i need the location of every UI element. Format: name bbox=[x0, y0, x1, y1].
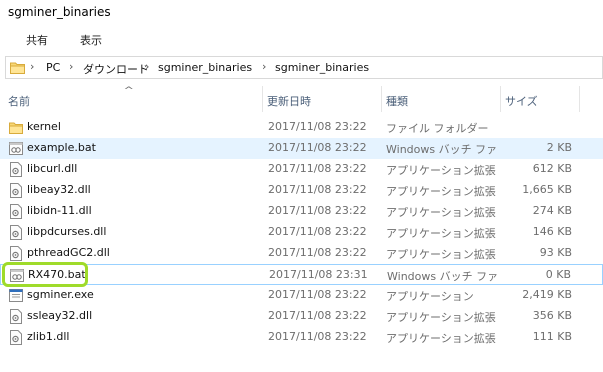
file-date: 2017/11/08 23:22 bbox=[268, 162, 367, 175]
exe-file-icon bbox=[9, 289, 23, 302]
file-size: 274 KB bbox=[532, 204, 572, 217]
file-row[interactable]: ssleay32.dll 2017/11/08 23:22 アプリケーション拡張… bbox=[0, 306, 603, 327]
file-date: 2017/11/08 23:22 bbox=[268, 141, 367, 154]
dll-file-icon bbox=[10, 162, 22, 177]
ribbon-tabs: 共有 表示 bbox=[0, 26, 603, 53]
file-row[interactable]: libidn-11.dll 2017/11/08 23:22 アプリケーション拡… bbox=[0, 201, 603, 222]
tab-share[interactable]: 共有 bbox=[26, 32, 48, 48]
file-type: アプリケーション拡張 bbox=[386, 311, 496, 324]
file-size: 0 KB bbox=[545, 268, 571, 281]
column-divider[interactable] bbox=[579, 86, 580, 112]
breadcrumb-sgminer-binaries-current[interactable]: sgminer_binaries bbox=[275, 61, 369, 74]
file-name: pthreadGC2.dll bbox=[27, 246, 110, 259]
breadcrumb-downloads[interactable]: ダウンロード bbox=[83, 61, 149, 77]
batch-file-icon bbox=[9, 142, 23, 155]
file-type: アプリケーション拡張 bbox=[386, 248, 496, 261]
file-row[interactable]: sgminer.exe 2017/11/08 23:22 アプリケーション 2,… bbox=[0, 285, 603, 306]
file-size: 93 KB bbox=[539, 246, 572, 259]
file-size: 1,665 KB bbox=[522, 183, 572, 196]
folder-icon bbox=[10, 62, 25, 74]
file-name: libidn-11.dll bbox=[27, 204, 92, 217]
file-date: 2017/11/08 23:22 bbox=[268, 204, 367, 217]
column-date-header[interactable]: 更新日時 bbox=[263, 86, 381, 112]
file-size: 2 KB bbox=[546, 141, 572, 154]
dll-file-icon bbox=[10, 204, 22, 219]
file-name: zlib1.dll bbox=[27, 330, 70, 343]
folder-icon bbox=[9, 122, 23, 134]
breadcrumb-sgminer-binaries-parent[interactable]: sgminer_binaries bbox=[158, 61, 252, 74]
file-type: アプリケーション拡張 bbox=[386, 206, 496, 219]
file-name: RX470.bat bbox=[28, 268, 86, 281]
breadcrumb-chevron-icon[interactable]: › bbox=[30, 60, 34, 73]
file-row[interactable]: zlib1.dll 2017/11/08 23:22 アプリケーション拡張 11… bbox=[0, 327, 603, 348]
file-date: 2017/11/08 23:22 bbox=[268, 183, 367, 196]
file-date: 2017/11/08 23:22 bbox=[268, 225, 367, 238]
file-name: libpdcurses.dll bbox=[27, 225, 107, 238]
file-type: アプリケーション拡張 bbox=[386, 185, 496, 198]
file-size: 111 KB bbox=[532, 330, 572, 343]
file-type: ファイル フォルダー bbox=[386, 122, 489, 135]
file-row[interactable]: example.bat 2017/11/08 23:22 Windows バッチ… bbox=[0, 138, 603, 159]
file-row[interactable]: libeay32.dll 2017/11/08 23:22 アプリケーション拡張… bbox=[0, 180, 603, 201]
file-row[interactable]: pthreadGC2.dll 2017/11/08 23:22 アプリケーション… bbox=[0, 243, 603, 264]
tab-view[interactable]: 表示 bbox=[80, 32, 102, 48]
breadcrumb-chevron-icon[interactable]: › bbox=[145, 60, 149, 73]
dll-file-icon bbox=[10, 183, 22, 198]
sort-ascending-icon: ^ bbox=[123, 86, 135, 96]
file-date: 2017/11/08 23:22 bbox=[268, 246, 367, 259]
file-name: ssleay32.dll bbox=[27, 309, 93, 322]
file-row[interactable]: kernel 2017/11/08 23:22 ファイル フォルダー bbox=[0, 117, 603, 138]
file-row[interactable]: RX470.bat 2017/11/08 23:31 Windows バッチ フ… bbox=[0, 264, 603, 285]
file-date: 2017/11/08 23:22 bbox=[268, 288, 367, 301]
file-name: libeay32.dll bbox=[27, 183, 91, 196]
file-type: Windows バッチ ファイル bbox=[387, 270, 497, 283]
file-size: 2,419 KB bbox=[522, 288, 572, 301]
address-bar[interactable]: › PC › ダウンロード › sgminer_binaries › sgmin… bbox=[5, 56, 603, 79]
title-bar: sgminer_binaries bbox=[0, 0, 603, 26]
dll-file-icon bbox=[10, 246, 22, 261]
batch-file-icon bbox=[10, 269, 24, 282]
file-type: アプリケーション拡張 bbox=[386, 332, 496, 345]
breadcrumb-chevron-icon[interactable]: › bbox=[69, 60, 73, 73]
window-title: sgminer_binaries bbox=[8, 5, 111, 19]
file-name: sgminer.exe bbox=[27, 288, 94, 301]
file-date: 2017/11/08 23:22 bbox=[268, 309, 367, 322]
file-name: libcurl.dll bbox=[27, 162, 78, 175]
dll-file-icon bbox=[10, 330, 22, 345]
file-type: Windows バッチ ファイル bbox=[386, 143, 496, 156]
file-size: 612 KB bbox=[532, 162, 572, 175]
file-row[interactable]: libcurl.dll 2017/11/08 23:22 アプリケーション拡張 … bbox=[0, 159, 603, 180]
breadcrumb-pc[interactable]: PC bbox=[46, 61, 60, 74]
column-header: 名前 更新日時 種類 サイズ bbox=[0, 86, 603, 112]
file-date: 2017/11/08 23:22 bbox=[268, 120, 367, 133]
column-size-header[interactable]: サイズ bbox=[501, 86, 579, 112]
file-type: アプリケーション拡張 bbox=[386, 164, 496, 177]
file-name: example.bat bbox=[27, 141, 96, 154]
file-size: 146 KB bbox=[532, 225, 572, 238]
dll-file-icon bbox=[10, 225, 22, 240]
breadcrumb-chevron-icon[interactable]: › bbox=[262, 60, 266, 73]
file-date: 2017/11/08 23:31 bbox=[269, 268, 368, 281]
file-type: アプリケーション拡張 bbox=[386, 227, 496, 240]
file-date: 2017/11/08 23:22 bbox=[268, 330, 367, 343]
file-name: kernel bbox=[27, 120, 61, 133]
file-type: アプリケーション bbox=[386, 290, 474, 303]
column-type-header[interactable]: 種類 bbox=[382, 86, 500, 112]
file-row[interactable]: libpdcurses.dll 2017/11/08 23:22 アプリケーショ… bbox=[0, 222, 603, 243]
file-size: 356 KB bbox=[532, 309, 572, 322]
dll-file-icon bbox=[10, 309, 22, 324]
